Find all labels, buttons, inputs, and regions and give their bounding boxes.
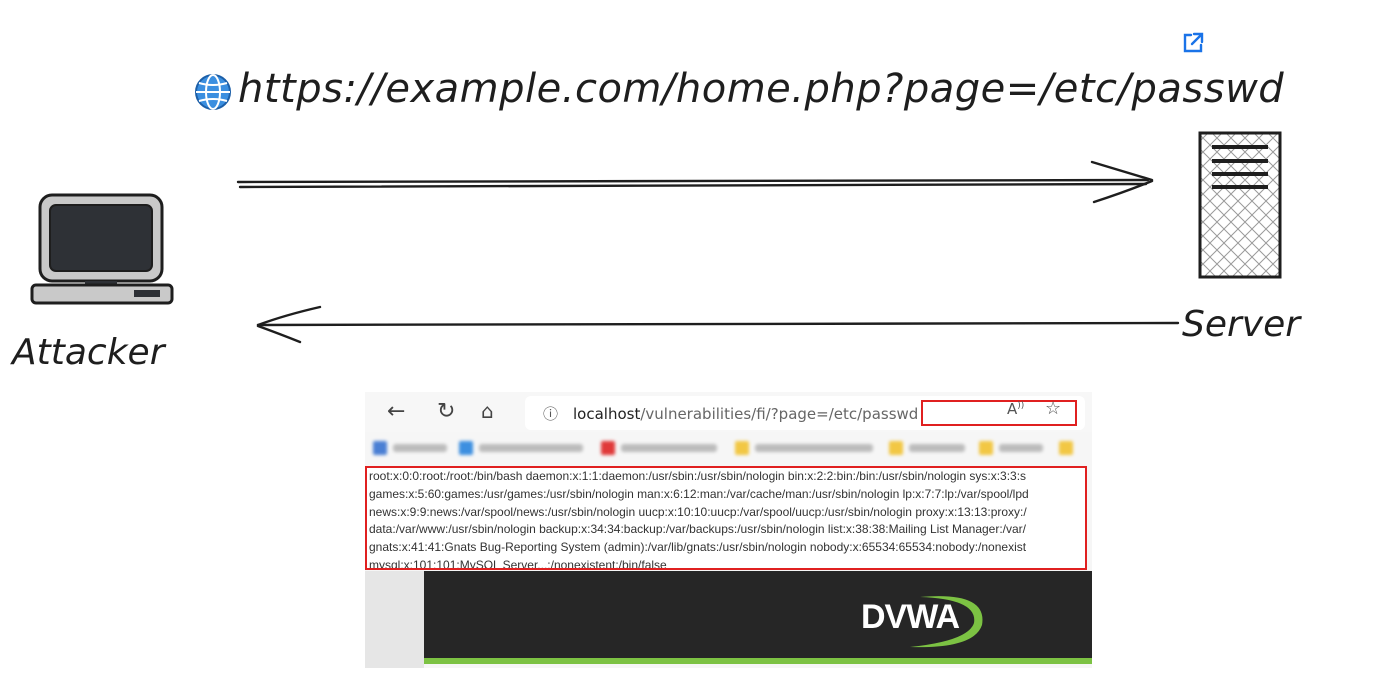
passwd-line: mysql:x:101:101:MySQL Server,,,:/nonexis… [369, 557, 667, 570]
refresh-icon[interactable]: ↻ [437, 399, 455, 424]
passwd-line: games:x:5:60:games:/usr/games:/usr/sbin/… [369, 486, 1029, 501]
read-aloud-icon[interactable]: A)) [1007, 400, 1024, 418]
folder-icon[interactable] [735, 441, 749, 455]
browser-toolbar: ← ↻ ⌂ ⓘ localhost/vulnerabilities/fi/?pa… [365, 392, 1092, 432]
dvwa-header-banner [424, 571, 1092, 663]
bookmark-item[interactable] [909, 444, 965, 452]
attacker-label: Attacker [12, 332, 165, 373]
bookmark-icon[interactable] [601, 441, 615, 455]
folder-icon[interactable] [1059, 441, 1073, 455]
address-path: /vulnerabilities/fi/ [640, 405, 771, 423]
passwd-line: news:x:9:9:news:/var/spool/news:/usr/sbi… [369, 504, 1027, 519]
address-host: localhost [573, 405, 641, 423]
dvwa-accent-stripe [424, 658, 1092, 664]
server-icon [1198, 131, 1282, 279]
response-arrow [256, 305, 1180, 344]
passwd-output-box: root:x:0:0:root:/root:/bin/bash daemon:x… [365, 466, 1087, 570]
address-query: ?page=/etc/passwd [770, 405, 919, 423]
server-label: Server [1182, 304, 1301, 345]
home-icon[interactable]: ⌂ [481, 399, 494, 423]
request-response-arrows [236, 160, 1180, 344]
bookmark-item[interactable] [479, 444, 583, 452]
folder-icon[interactable] [889, 441, 903, 455]
folder-icon[interactable] [979, 441, 993, 455]
info-icon[interactable]: ⓘ [543, 403, 558, 424]
bookmark-item[interactable] [999, 444, 1043, 452]
bookmark-icon[interactable] [459, 441, 473, 455]
passwd-line: root:x:0:0:root:/root:/bin/bash daemon:x… [369, 469, 1027, 483]
bookmark-icon[interactable] [373, 441, 387, 455]
computer-icon [30, 193, 174, 305]
passwd-line: gnats:x:41:41:Gnats Bug-Reporting System… [369, 540, 1027, 555]
back-icon[interactable]: ← [387, 399, 405, 424]
bookmark-item[interactable] [755, 444, 873, 452]
bookmark-item[interactable] [621, 444, 717, 452]
dvwa-sidebar [365, 571, 424, 668]
address-url[interactable]: localhost/vulnerabilities/fi/?page=/etc/… [573, 405, 918, 423]
favorites-icon[interactable]: ☆ [1045, 398, 1061, 419]
request-arrow [236, 160, 1154, 204]
browser-screenshot: ← ↻ ⌂ ⓘ localhost/vulnerabilities/fi/?pa… [365, 392, 1092, 668]
bookmark-item[interactable] [393, 444, 447, 452]
address-bar[interactable]: ⓘ localhost/vulnerabilities/fi/?page=/et… [525, 396, 1085, 430]
dvwa-logo-text: DVWA [861, 598, 960, 636]
passwd-line: data:/var/www:/usr/sbin/nologin backup:x… [369, 522, 1027, 537]
bookmarks-bar-blurred [365, 434, 1092, 460]
